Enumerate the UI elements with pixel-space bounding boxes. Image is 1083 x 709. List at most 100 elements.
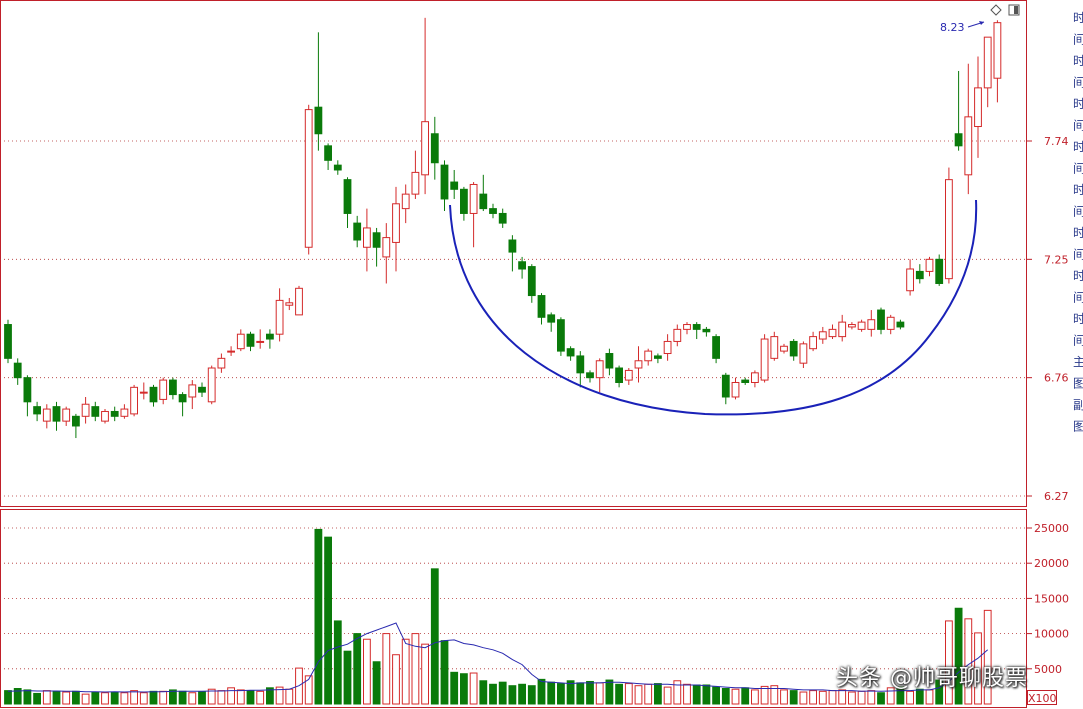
candle-up bbox=[81, 403, 90, 417]
candle-up bbox=[392, 203, 400, 243]
side-label: 时 bbox=[1073, 140, 1083, 154]
candle-up bbox=[945, 179, 953, 280]
price-axis: 7.74 7.25 6.76 6.27 bbox=[1026, 135, 1069, 503]
volume-bar-down bbox=[246, 690, 255, 705]
volume-bar-up bbox=[392, 654, 400, 705]
volume-bar-up bbox=[469, 672, 478, 705]
side-label: 间 bbox=[1073, 334, 1083, 348]
volume-axis: 25000 20000 15000 10000 5000 bbox=[1026, 522, 1069, 676]
price-tick-label: 7.25 bbox=[1044, 253, 1069, 266]
candle-up bbox=[974, 87, 982, 128]
candle-down bbox=[169, 379, 177, 396]
side-label: 时 bbox=[1073, 226, 1083, 240]
volume-bar-up bbox=[644, 683, 653, 705]
price-grid bbox=[0, 140, 1026, 497]
candle-up bbox=[159, 379, 168, 400]
candle-down bbox=[343, 179, 352, 214]
volume-bar-down bbox=[877, 692, 885, 705]
side-label: 图 bbox=[1073, 420, 1083, 434]
side-label: 主 bbox=[1073, 355, 1083, 369]
candle-down bbox=[33, 406, 42, 415]
volume-bar-up bbox=[809, 690, 818, 705]
candle-up bbox=[731, 381, 740, 398]
volume-bar-up bbox=[236, 689, 245, 705]
volume-tick-label: 20000 bbox=[1034, 557, 1069, 570]
volume-bar-down bbox=[23, 689, 32, 705]
candle-up bbox=[207, 367, 216, 403]
side-label: 间 bbox=[1073, 205, 1083, 219]
candle-down bbox=[741, 379, 750, 383]
candle-up bbox=[62, 408, 71, 422]
diamond-icon[interactable] bbox=[990, 4, 1002, 16]
volume-bar-up bbox=[838, 689, 847, 705]
candle-up bbox=[217, 357, 226, 369]
peak-price-label: 8.23 bbox=[940, 21, 965, 34]
candle-up bbox=[227, 350, 235, 353]
volume-bar-up bbox=[683, 683, 691, 705]
candle-up bbox=[838, 321, 847, 338]
candle-down bbox=[721, 374, 730, 398]
volume-bar-up bbox=[828, 690, 837, 705]
volume-bar-up bbox=[673, 680, 682, 705]
candle-up bbox=[236, 333, 245, 350]
volume-multiplier-button[interactable]: X100 bbox=[1027, 690, 1057, 705]
candle-down bbox=[692, 324, 701, 330]
volume-bar-up bbox=[382, 633, 391, 705]
candle-down bbox=[23, 377, 32, 403]
candle-up bbox=[770, 336, 779, 359]
side-label: 间 bbox=[1073, 162, 1083, 176]
side-label: 间 bbox=[1073, 248, 1083, 262]
candle-down bbox=[586, 372, 594, 379]
price-tick-label: 6.27 bbox=[1044, 490, 1069, 503]
toolbar-icons bbox=[990, 4, 1020, 16]
volume-bar-up bbox=[857, 690, 866, 705]
volume-bar-down bbox=[605, 679, 614, 705]
candle-down bbox=[178, 394, 187, 403]
candle-up bbox=[828, 328, 837, 338]
candle-down bbox=[915, 270, 924, 280]
candle-up bbox=[993, 22, 1002, 79]
candle-up bbox=[120, 408, 129, 417]
volume-bar-down bbox=[741, 687, 750, 705]
volume-bar-down bbox=[537, 678, 546, 705]
volume-bar-down bbox=[654, 683, 662, 705]
candle-up bbox=[285, 302, 294, 306]
candle-down bbox=[489, 208, 497, 214]
volume-bar-up bbox=[624, 683, 633, 705]
candle-up bbox=[295, 287, 303, 316]
volume-bar-up bbox=[159, 690, 168, 705]
peak-annotation: 8.23 bbox=[940, 21, 985, 34]
volume-tick-label: 5000 bbox=[1034, 663, 1062, 676]
volume-bar-down bbox=[353, 633, 362, 705]
volume-bar-up bbox=[101, 692, 109, 705]
candle-up bbox=[469, 183, 478, 214]
volume-bar-up bbox=[634, 685, 643, 705]
volume-bar-up bbox=[663, 686, 672, 705]
candle-down bbox=[557, 319, 565, 352]
volume-bar-up bbox=[363, 638, 371, 705]
volume-bar-down bbox=[789, 690, 798, 705]
candle-up bbox=[42, 408, 51, 422]
volume-bar-down bbox=[518, 683, 527, 705]
candle-down bbox=[52, 406, 61, 422]
candle-up bbox=[595, 360, 604, 379]
volume-bar-down bbox=[576, 682, 585, 705]
candle-down bbox=[498, 212, 507, 224]
candle-down bbox=[566, 348, 575, 357]
candle-down bbox=[605, 353, 614, 369]
volume-bar-up bbox=[906, 690, 915, 705]
watermark-text: 头条 @帅哥聊股票 bbox=[836, 666, 1028, 691]
candle-down bbox=[246, 333, 255, 347]
candles-group bbox=[4, 17, 1002, 439]
candle-down bbox=[576, 355, 585, 374]
volume-bar-down bbox=[702, 684, 711, 705]
volume-bar-down bbox=[52, 690, 61, 705]
volume-bar-down bbox=[343, 650, 352, 705]
candle-down bbox=[479, 193, 488, 210]
volume-bar-down bbox=[508, 685, 517, 705]
volume-bar-down bbox=[4, 690, 12, 705]
volume-bar-down bbox=[460, 673, 468, 705]
volume-bar-up bbox=[120, 692, 129, 705]
volume-bar-down bbox=[527, 685, 536, 705]
volume-bar-down bbox=[72, 690, 80, 705]
